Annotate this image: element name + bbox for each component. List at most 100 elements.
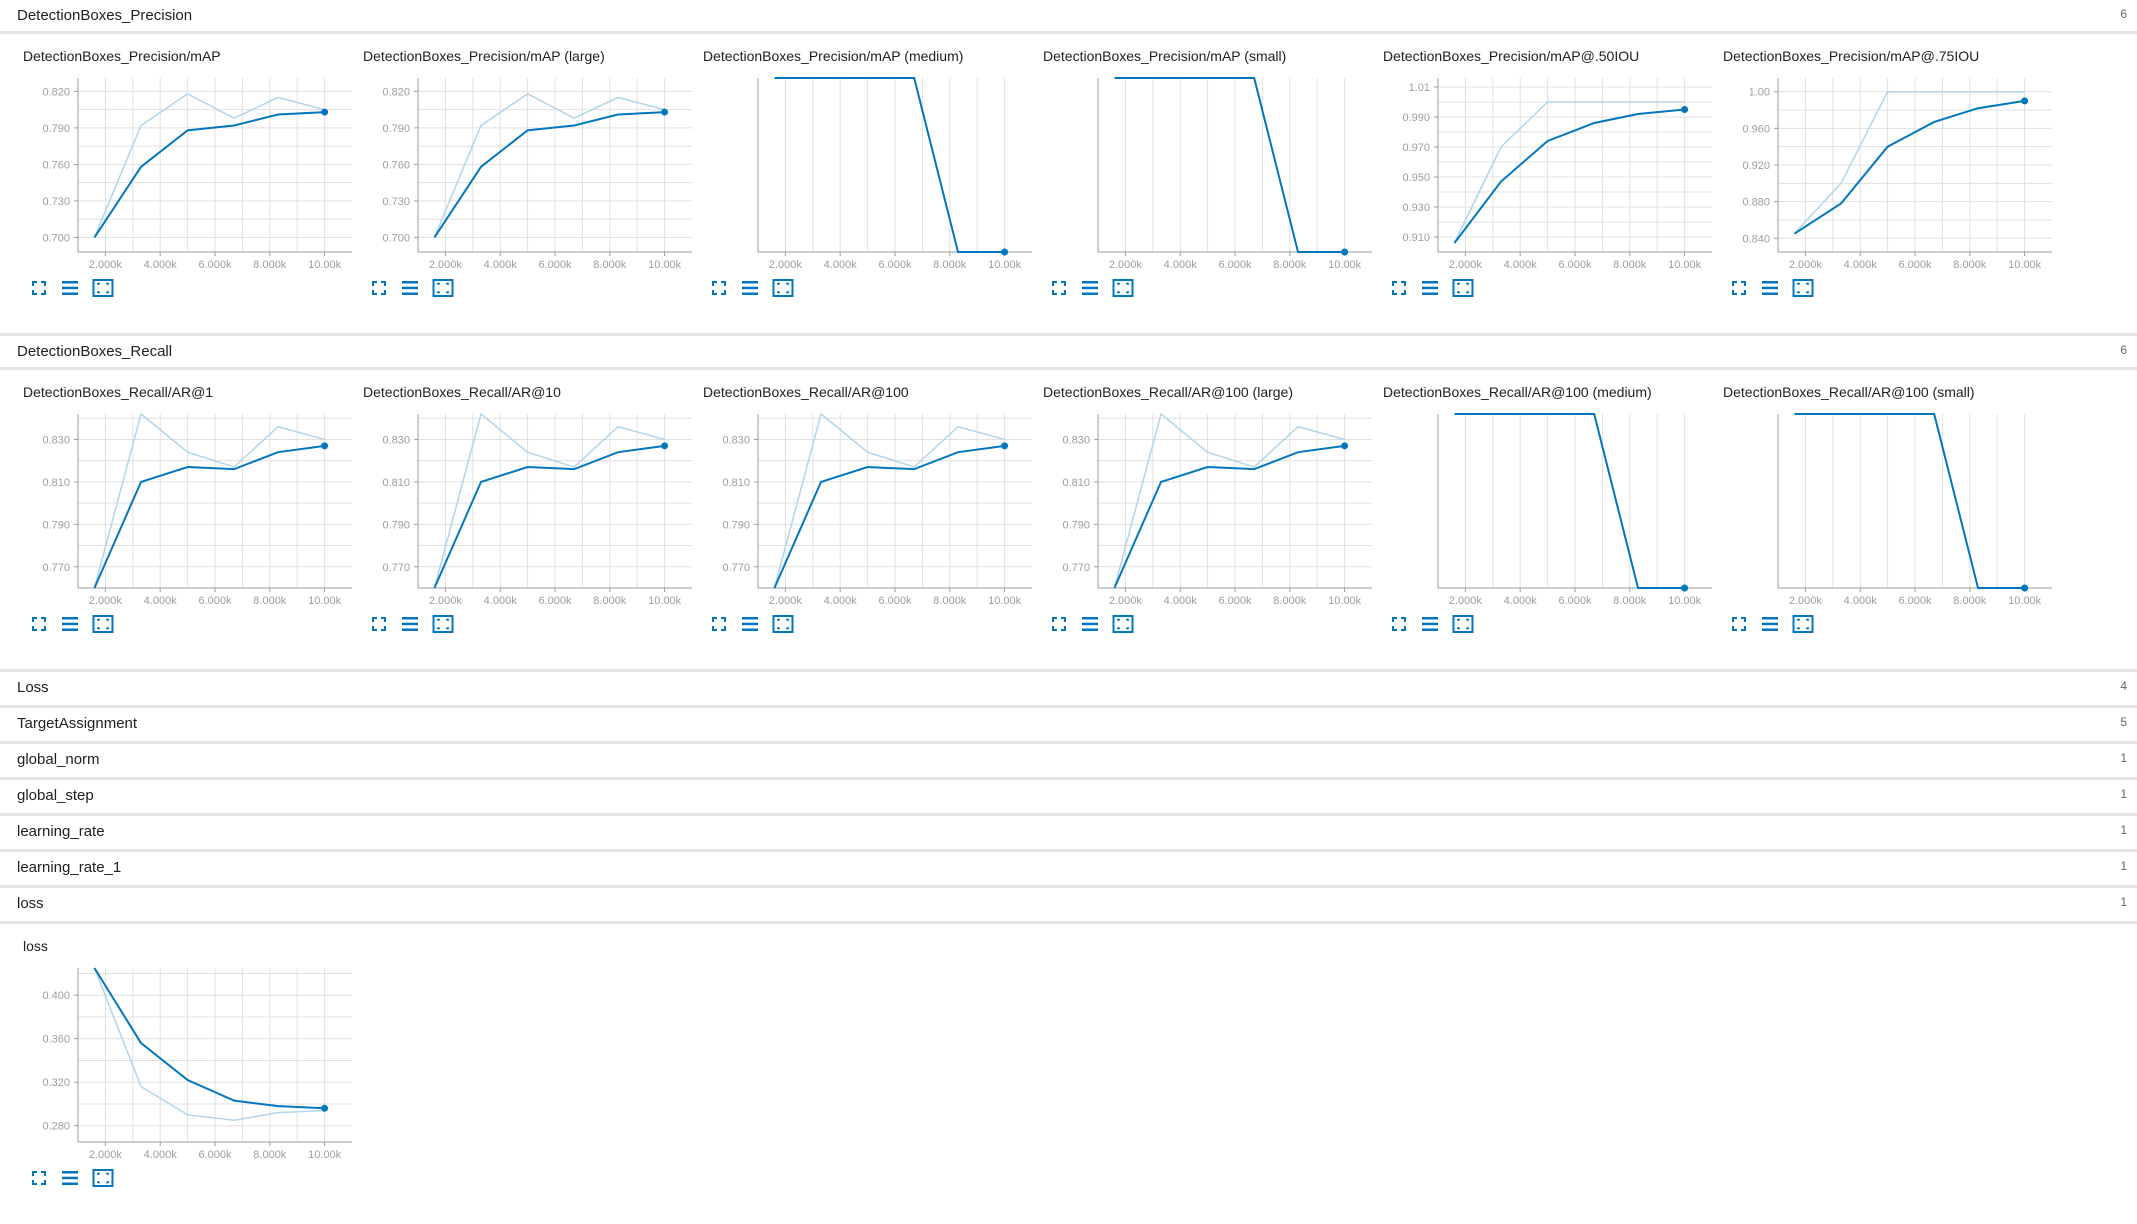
y-tick-label: 0.760: [382, 159, 410, 171]
chart-card: DetectionBoxes_Recall/AR@100 (small) 2.00…: [1717, 370, 2057, 670]
x-tick-label: 2.000k: [1789, 259, 1823, 271]
data-list-icon[interactable]: [740, 278, 760, 298]
fit-domain-icon[interactable]: [1452, 614, 1474, 634]
fit-domain-icon[interactable]: [1792, 278, 1814, 298]
fit-domain-icon[interactable]: [772, 278, 794, 298]
fit-domain-icon[interactable]: [432, 278, 454, 298]
chart-card: DetectionBoxes_Recall/AR@100 (medium) 2.0…: [1377, 370, 1717, 670]
data-list-icon[interactable]: [1760, 278, 1780, 298]
last-point-marker: [2021, 584, 2029, 592]
x-tick-label: 2.000k: [89, 259, 123, 271]
section-body-loss: loss 2.000k 4.000k 6.000k 8.000k 10.00k 0.280 0…: [0, 924, 2137, 1187]
section-header-recall[interactable]: DetectionBoxes_Recall 6: [0, 336, 2137, 370]
x-tick-label: 8.000k: [1953, 259, 1987, 271]
x-tick-label: 8.000k: [253, 595, 287, 607]
fullscreen-icon[interactable]: [1049, 614, 1069, 634]
fit-domain-icon[interactable]: [92, 278, 114, 298]
raw-series-line: [93, 92, 325, 238]
section-header-loss[interactable]: loss 1: [0, 888, 2137, 924]
x-tick-label: 8.000k: [1273, 259, 1307, 271]
last-point-marker: [1681, 584, 1689, 592]
y-tick-label: 0.810: [722, 477, 750, 489]
y-tick-label: 0.280: [42, 1121, 70, 1133]
data-list-icon[interactable]: [1080, 614, 1100, 634]
x-tick-label: 6.000k: [198, 595, 232, 607]
section-header-loss-group[interactable]: Loss 4: [0, 672, 2137, 708]
section-title: DetectionBoxes_Precision: [17, 7, 193, 24]
x-tick-label: 6.000k: [878, 259, 912, 271]
data-list-icon[interactable]: [1420, 614, 1440, 634]
fullscreen-icon[interactable]: [1729, 614, 1749, 634]
section-header-learning-rate-1[interactable]: learning_rate_1 1: [0, 852, 2137, 888]
x-tick-label: 2.000k: [769, 259, 803, 271]
fullscreen-icon[interactable]: [369, 278, 389, 298]
y-tick-label: 0.810: [382, 477, 410, 489]
line-chart: 2.000k 4.000k 6.000k 8.000k 10.00k 0.770 0.790…: [42, 412, 352, 607]
x-tick-label: 2.000k: [429, 259, 463, 271]
x-tick-label: 2.000k: [1789, 595, 1823, 607]
data-list-icon[interactable]: [400, 614, 420, 634]
data-list-icon[interactable]: [60, 614, 80, 634]
section-header-global-norm[interactable]: global_norm 1: [0, 744, 2137, 780]
x-tick-label: 10.00k: [648, 595, 682, 607]
section-body-precision: DetectionBoxes_Precision/mAP 2.000k 4.000k…: [0, 34, 2137, 336]
fit-domain-icon[interactable]: [1112, 614, 1134, 634]
fullscreen-icon[interactable]: [1389, 614, 1409, 634]
x-tick-label: 10.00k: [308, 1149, 342, 1161]
y-tick-label: 0.320: [42, 1077, 70, 1089]
y-tick-label: 0.770: [722, 562, 750, 574]
y-tick-label: 0.960: [1742, 123, 1770, 135]
fullscreen-icon[interactable]: [1729, 278, 1749, 298]
x-tick-label: 8.000k: [253, 259, 287, 271]
y-tick-label: 1.01: [1409, 82, 1430, 94]
section-header-precision[interactable]: DetectionBoxes_Precision 6: [0, 0, 2137, 34]
x-tick-label: 6.000k: [538, 595, 572, 607]
x-tick-label: 4.000k: [824, 259, 858, 271]
chart-card: DetectionBoxes_Recall/AR@100 2.000k 4.000k…: [697, 370, 1037, 670]
data-list-icon[interactable]: [1080, 278, 1100, 298]
data-list-icon[interactable]: [60, 278, 80, 298]
line-chart: 2.000k 4.000k 6.000k 8.000k 10.00k 0.910 0.930…: [1402, 78, 1712, 271]
y-tick-label: 0.790: [42, 123, 70, 135]
fullscreen-icon[interactable]: [369, 614, 389, 634]
x-tick-label: 8.000k: [933, 259, 967, 271]
last-point-marker: [321, 1104, 329, 1112]
fit-domain-icon[interactable]: [1112, 278, 1134, 298]
fit-domain-icon[interactable]: [772, 614, 794, 634]
fullscreen-icon[interactable]: [1389, 278, 1409, 298]
fit-domain-icon[interactable]: [92, 1168, 114, 1188]
data-list-icon[interactable]: [740, 614, 760, 634]
line-chart: 2.000k 4.000k 6.000k 8.000k 10.00k: [1777, 413, 2052, 607]
fit-domain-icon[interactable]: [92, 614, 114, 634]
fullscreen-icon[interactable]: [29, 1168, 49, 1188]
x-tick-label: 6.000k: [198, 1149, 232, 1161]
y-tick-label: 0.760: [42, 159, 70, 171]
fullscreen-icon[interactable]: [1049, 278, 1069, 298]
y-tick-label: 0.820: [42, 86, 70, 98]
x-tick-label: 4.000k: [1164, 595, 1198, 607]
fullscreen-icon[interactable]: [709, 614, 729, 634]
y-tick-label: 1.00: [1749, 87, 1770, 99]
data-list-icon[interactable]: [400, 278, 420, 298]
data-list-icon[interactable]: [60, 1168, 80, 1188]
line-chart: 2.000k 4.000k 6.000k 8.000k 10.00k: [1097, 77, 1372, 271]
y-tick-label: 0.830: [42, 434, 70, 446]
x-tick-label: 10.00k: [648, 259, 682, 271]
y-tick-label: 0.830: [722, 434, 750, 446]
fit-domain-icon[interactable]: [1792, 614, 1814, 634]
data-list-icon[interactable]: [1760, 614, 1780, 634]
data-list-icon[interactable]: [1420, 278, 1440, 298]
fit-domain-icon[interactable]: [1452, 278, 1474, 298]
section-header-target-assignment[interactable]: TargetAssignment 5: [0, 708, 2137, 744]
section-header-global-step[interactable]: global_step 1: [0, 780, 2137, 816]
smoothed-series-line: [774, 77, 1005, 253]
section-header-learning-rate[interactable]: learning_rate 1: [0, 816, 2137, 852]
fullscreen-icon[interactable]: [709, 278, 729, 298]
smoothed-series-line: [1454, 413, 1685, 589]
y-tick-label: 0.810: [42, 477, 70, 489]
x-tick-label: 4.000k: [144, 259, 178, 271]
fullscreen-icon[interactable]: [29, 614, 49, 634]
x-tick-label: 4.000k: [1504, 259, 1538, 271]
fit-domain-icon[interactable]: [432, 614, 454, 634]
fullscreen-icon[interactable]: [29, 278, 49, 298]
